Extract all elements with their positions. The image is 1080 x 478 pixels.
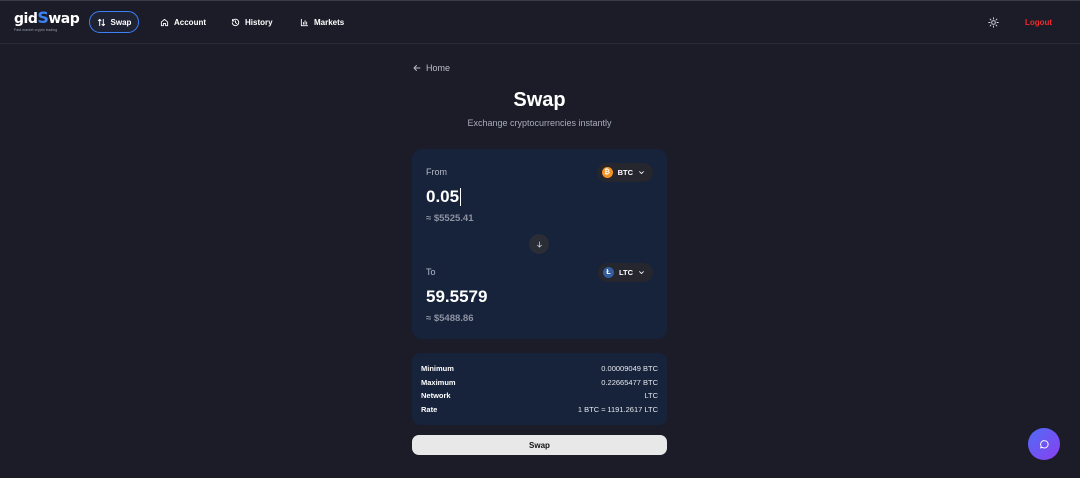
logo-tagline: Fast market crypto trading xyxy=(14,28,58,32)
page-subtitle: Exchange cryptocurrencies instantly xyxy=(467,118,612,128)
nav-markets-label: Markets xyxy=(314,17,345,27)
ltc-coin-icon: Ł xyxy=(602,267,614,278)
logo-wordmark: gidSwap xyxy=(14,8,80,28)
switch-direction-button[interactable] xyxy=(529,234,549,254)
to-usd-value: ≈ $5488.86 xyxy=(426,313,474,324)
to-amount-value: 59.5579 xyxy=(426,287,488,306)
from-amount-input[interactable]: 0.05 xyxy=(426,187,462,207)
btc-coin-icon: ₿ xyxy=(601,167,613,178)
info-row-minimum: Minimum 0.00009049 BTC xyxy=(421,362,658,376)
nav-account[interactable]: Account xyxy=(160,11,206,33)
info-row-network: Network LTC xyxy=(421,389,658,403)
info-key: Network xyxy=(421,391,451,401)
chevron-down-icon xyxy=(639,271,644,274)
swap-submit-button[interactable]: Swap xyxy=(412,435,667,455)
to-label: To xyxy=(426,267,436,277)
bar-chart-icon xyxy=(300,18,309,26)
info-value: 0.00009049 BTC xyxy=(601,364,658,374)
page-title: Swap xyxy=(513,89,566,111)
gidswap-logo[interactable]: gidSwap Fast market crypto trading xyxy=(14,8,80,34)
info-value: 1 BTC ≈ 1191.2617 LTC xyxy=(577,405,658,415)
from-label: From xyxy=(426,167,447,177)
info-key: Rate xyxy=(421,405,438,415)
from-usd-value: ≈ $5525.41 xyxy=(426,213,474,224)
info-value: LTC xyxy=(644,391,658,401)
home-icon xyxy=(160,18,169,26)
logout-link[interactable]: Logout xyxy=(1025,18,1052,27)
info-key: Minimum xyxy=(421,364,454,374)
chat-icon xyxy=(1039,439,1049,448)
arrow-left-icon xyxy=(413,65,421,71)
back-home-link[interactable]: Home xyxy=(413,63,450,73)
swap-card: From ₿ BTC 0.05 ≈ $5525.41 To Ł LTC 59.5… xyxy=(412,149,667,339)
arrow-down-icon xyxy=(536,240,542,248)
from-token-select[interactable]: ₿ BTC xyxy=(596,163,653,182)
text-caret xyxy=(460,188,462,206)
sun-icon[interactable] xyxy=(988,17,999,28)
nav-history-label: History xyxy=(245,17,273,27)
info-row-maximum: Maximum 0.22665477 BTC xyxy=(421,376,658,390)
arrows-up-down-icon xyxy=(97,18,105,26)
nav-history[interactable]: History xyxy=(231,11,273,33)
chat-support-button[interactable] xyxy=(1028,428,1060,460)
top-navigation-bar: gidSwap Fast market crypto trading Swap … xyxy=(0,1,1080,44)
nav-markets[interactable]: Markets xyxy=(300,11,344,33)
swap-info-card: Minimum 0.00009049 BTC Maximum 0.2266547… xyxy=(412,353,667,425)
info-row-rate: Rate 1 BTC ≈ 1191.2617 LTC xyxy=(421,403,658,417)
to-token-select[interactable]: Ł LTC xyxy=(597,263,653,282)
to-token-label: LTC xyxy=(618,268,633,277)
info-key: Maximum xyxy=(421,377,456,387)
nav-swap[interactable]: Swap xyxy=(89,11,139,33)
history-icon xyxy=(231,18,240,26)
chevron-down-icon xyxy=(639,171,644,174)
info-value: 0.22665477 BTC xyxy=(601,377,658,387)
back-home-label: Home xyxy=(426,63,451,73)
nav-account-label: Account xyxy=(174,17,206,27)
from-token-label: BTC xyxy=(617,168,633,177)
nav-swap-label: Swap xyxy=(110,17,132,27)
from-amount-value: 0.05 xyxy=(426,187,460,206)
